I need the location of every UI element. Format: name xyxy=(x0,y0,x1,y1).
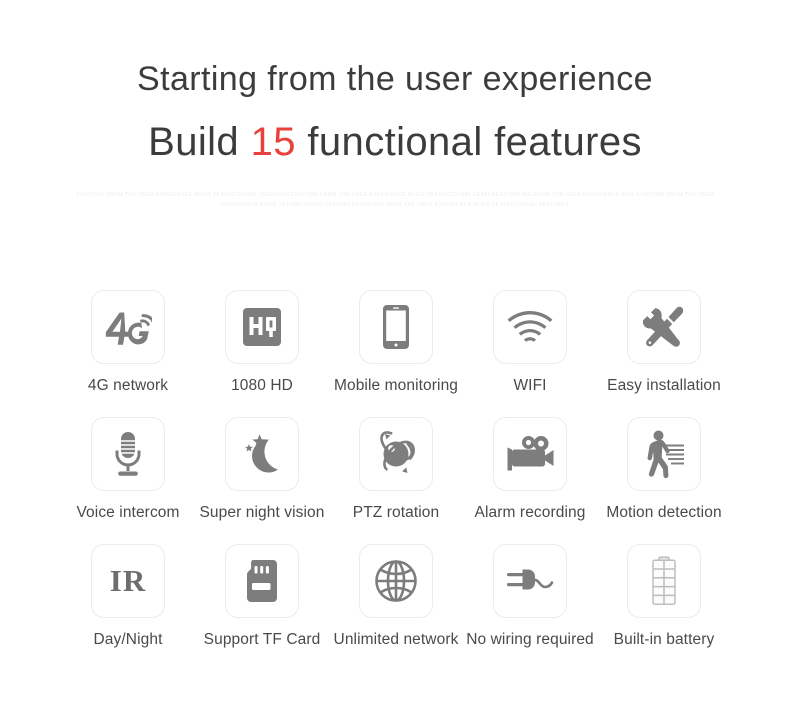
hero-headline-suffix: functional features xyxy=(295,120,642,164)
feature-label: Alarm recording xyxy=(474,504,586,521)
feature-item-ptz-rotation[interactable]: PTZ rotation xyxy=(329,417,463,522)
feature-icon-tile xyxy=(359,417,433,491)
feature-item-motion-detection[interactable]: Motion detection xyxy=(597,417,731,522)
hero-headline-primary: Starting from the user experience xyxy=(137,60,653,98)
feature-icon-tile xyxy=(627,290,701,364)
hq-badge-icon xyxy=(243,308,281,346)
hero-headline-prefix: Build xyxy=(148,120,251,164)
feature-icon-tile xyxy=(225,290,299,364)
decorative-microtext: STARTING FROM THE USER EXPERIENCE BUILD … xyxy=(76,192,714,208)
feature-label: Support TF Card xyxy=(203,631,321,648)
svg-text:IR: IR xyxy=(110,563,146,598)
ir-text-icon: IR xyxy=(110,563,146,598)
feature-item-support-tf-card[interactable]: Support TF Card xyxy=(195,544,329,649)
feature-label: Day/Night xyxy=(93,631,163,648)
feature-icon-tile xyxy=(493,417,567,491)
power-plug-icon xyxy=(507,569,554,590)
feature-label: PTZ rotation xyxy=(352,504,440,521)
feature-item-wifi[interactable]: WIFI xyxy=(463,290,597,395)
feature-item-easy-installation[interactable]: Easy installation xyxy=(597,290,731,395)
feature-label: Super night vision xyxy=(199,504,325,521)
feature-row: Voice intercom Super night vision PTZ ro… xyxy=(2,417,790,522)
feature-item-super-night-vision[interactable]: Super night vision xyxy=(195,417,329,522)
feature-icon-tile xyxy=(359,290,433,364)
feature-icon-tile xyxy=(493,544,567,618)
feature-label: Easy installation xyxy=(607,377,721,394)
feature-item-unlimited-network[interactable]: Unlimited network xyxy=(329,544,463,649)
feature-label: No wiring required xyxy=(466,631,594,648)
feature-icon-tile xyxy=(627,544,701,618)
feature-row: IR Day/Night Support TF Card Unlimited n… xyxy=(2,544,790,649)
feature-item-alarm-recording[interactable]: Alarm recording xyxy=(463,417,597,522)
globe-icon xyxy=(375,560,417,602)
feature-grid: 4G network 1080 HD Mobile monitoring WIF… xyxy=(0,290,790,649)
moon-stars-icon xyxy=(245,434,278,473)
feature-icon-tile: IR xyxy=(91,544,165,618)
4g-signal-icon xyxy=(105,312,152,345)
hero-feature-count: 15 xyxy=(250,120,296,164)
movie-camera-icon xyxy=(507,436,554,471)
feature-icon-tile xyxy=(225,417,299,491)
feature-label: 1080 HD xyxy=(231,377,293,394)
feature-label: 4G network xyxy=(87,377,169,394)
feature-icon-tile xyxy=(91,417,165,491)
feature-label: Unlimited network xyxy=(333,631,459,648)
feature-icon-tile xyxy=(91,290,165,364)
feature-icon-tile xyxy=(627,417,701,491)
feature-label: Mobile monitoring xyxy=(333,377,459,394)
feature-item-4g-network[interactable]: 4G network xyxy=(61,290,195,395)
feature-label: Built-in battery xyxy=(613,631,715,648)
feature-item-built-in-battery[interactable]: Built-in battery xyxy=(597,544,731,649)
hero-headline-secondary: Build 15 functional features xyxy=(0,122,790,162)
battery-icon xyxy=(652,556,676,605)
hero-section: Starting from the user experience Build … xyxy=(0,0,790,210)
feature-icon-tile xyxy=(225,544,299,618)
microphone-icon xyxy=(115,432,141,476)
feature-icon-tile xyxy=(493,290,567,364)
sd-card-icon xyxy=(246,560,277,602)
wrench-screwdriver-icon xyxy=(642,306,684,347)
smartphone-icon xyxy=(383,305,409,349)
walking-person-icon xyxy=(647,430,684,479)
feature-item-day-night[interactable]: IR Day/Night xyxy=(61,544,195,649)
feature-item-1080-hd[interactable]: 1080 HD xyxy=(195,290,329,395)
feature-item-mobile-monitoring[interactable]: Mobile monitoring xyxy=(329,290,463,395)
feature-label: Motion detection xyxy=(606,504,722,521)
feature-item-no-wiring-required[interactable]: No wiring required xyxy=(463,544,597,649)
feature-label: WIFI xyxy=(513,377,547,394)
feature-icon-tile xyxy=(359,544,433,618)
feature-item-voice-intercom[interactable]: Voice intercom xyxy=(61,417,195,522)
orbit-sphere-icon xyxy=(380,431,415,473)
feature-row: 4G network 1080 HD Mobile monitoring WIF… xyxy=(2,290,790,395)
feature-label: Voice intercom xyxy=(76,504,180,521)
wifi-icon xyxy=(507,311,553,342)
